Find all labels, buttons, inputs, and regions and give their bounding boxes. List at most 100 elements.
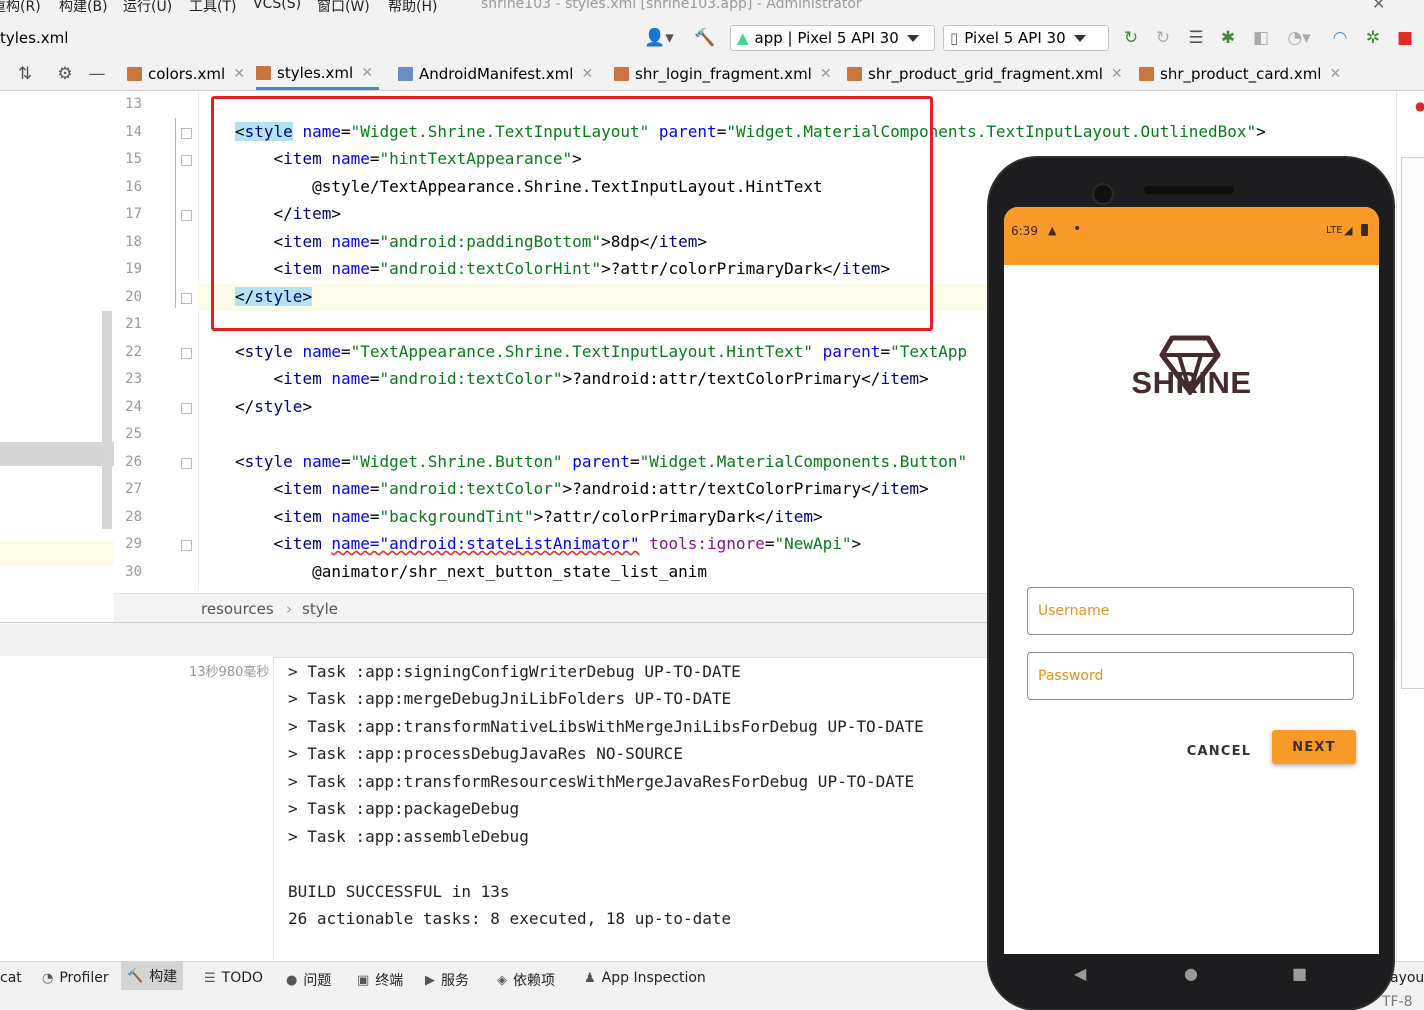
run-config-select[interactable]: ▲ app | Pixel 5 API 30 [730,25,935,51]
fold-marker[interactable] [181,348,192,359]
scrollbar-thumb[interactable] [102,311,112,529]
profiler-icon: ◔ [42,970,54,986]
menu-vcs[interactable]: VCS(S) [253,0,301,12]
fold-marker[interactable] [181,128,192,139]
code-line-27[interactable]: <item name="android:textColor">?android:… [235,479,929,498]
code-line-22[interactable]: <style name="TextAppearance.Shrine.TextI… [235,342,967,361]
menu-window[interactable]: 窗口(W) [317,0,370,16]
device-select[interactable]: ▯ Pixel 5 API 30 [943,25,1109,51]
fold-marker[interactable] [181,155,192,166]
breadcrumb-style[interactable]: style [302,600,338,618]
error-indicator-icon[interactable]: ● [1415,99,1424,113]
line-number: 18 [125,234,142,250]
logcat-list-icon[interactable]: ☰ [1185,27,1207,49]
fold-marker[interactable] [181,210,192,221]
tool-label: Profiler [59,970,109,986]
close-icon[interactable]: ✕ [361,65,373,81]
collapse-all-icon[interactable]: ⇅ [14,63,36,85]
menu-tools[interactable]: 工具(T) [189,0,236,16]
hammer-build-icon[interactable]: 🔨 [694,27,716,49]
password-field[interactable]: Password [1027,652,1354,700]
attach-debugger-icon[interactable]: ✲ [1362,27,1384,49]
home-icon[interactable]: ● [1184,964,1198,983]
line-number: 13 [125,96,142,112]
profiler-gauge-icon[interactable]: ◠ [1329,27,1351,49]
tool-services[interactable]: ▶ 服务 [425,970,469,990]
tab-shr-product-grid-fragment[interactable]: shr_product_grid_fragment.xml ✕ [847,58,1123,90]
tool-logcat[interactable]: cat [0,970,22,986]
menu-build[interactable]: 构建(B) [59,0,108,16]
window-title: shrine103 - styles.xml [shrine103.app] -… [481,0,862,12]
apply-code-changes-icon[interactable]: ↻ [1152,27,1174,49]
close-icon[interactable]: ✕ [1111,66,1123,82]
tool-label: 依赖项 [513,973,555,989]
tab-label: shr_product_card.xml [1160,65,1322,83]
profile-icon[interactable]: ◔▾ [1282,27,1316,49]
close-icon[interactable]: ✕ [233,66,245,82]
tab-colors-xml[interactable]: colors.xml ✕ [127,58,245,90]
highlighted-tree-row[interactable] [0,541,114,565]
tab-android-manifest[interactable]: AndroidManifest.xml ✕ [398,58,593,90]
tool-dependencies[interactable]: ◈ 依赖项 [497,970,555,990]
line-number: 20 [125,289,142,305]
phone-speaker [1144,186,1234,194]
build-output-line: > Task :app:packageDebug [288,799,520,818]
tool-app-inspection[interactable]: ♟ App Inspection [584,970,706,986]
terminal-icon: ▣ [357,972,370,988]
cancel-button[interactable]: CANCEL [1180,734,1258,768]
tool-build[interactable]: 🔨 构建 [121,962,184,990]
debug-bug-icon[interactable]: ✱ [1217,27,1239,49]
code-line-28[interactable]: <item name="backgroundTint">?attr/colorP… [235,507,823,526]
gear-icon[interactable]: ⚙ [54,63,76,85]
menu-refactor[interactable]: 重构(R) [0,0,41,16]
right-tool-strip: ● [1396,91,1424,961]
tab-shr-login-fragment[interactable]: shr_login_fragment.xml ✕ [614,58,832,90]
close-icon[interactable]: ✕ [581,66,593,82]
build-result-line: BUILD SUCCESSFUL in 13s [288,882,510,901]
code-line-29[interactable]: <item name="android:stateListAnimator" t… [235,534,862,553]
fold-marker[interactable] [181,540,192,551]
fold-marker[interactable] [181,458,192,469]
tab-styles-xml[interactable]: styles.xml ✕ [256,58,379,90]
xml-file-icon [127,67,142,81]
tab-shr-product-card[interactable]: shr_product_card.xml ✕ [1139,58,1341,90]
code-line-30[interactable]: @animator/shr_next_button_state_list_ani… [235,562,707,581]
menu-run[interactable]: 运行(U) [123,0,172,16]
tool-problems[interactable]: ● 问题 [286,970,331,990]
breadcrumb-resources[interactable]: resources [201,600,274,618]
apply-changes-restart-icon[interactable]: ↻ [1120,27,1142,49]
user-account-icon[interactable]: 👤▾ [642,27,676,49]
navigation-bar-file[interactable]: tyles.xml [0,29,68,47]
code-line-23[interactable]: <item name="android:textColor">?android:… [235,369,929,388]
line-number: 28 [125,509,142,525]
build-tree-panel: 13秒980毫秒 [0,656,274,960]
selected-tree-row[interactable] [0,442,114,466]
code-line-24[interactable]: </style> [235,397,312,416]
status-time: 6:39 [1011,224,1038,238]
phone-screen[interactable]: 6:39 ▲ • LTE ◢ SHRINE Username Password … [1004,207,1379,954]
stop-icon[interactable]: ■ [1394,27,1416,49]
hammer-icon: 🔨 [127,968,144,984]
close-icon[interactable]: ✕ [820,66,832,82]
tool-label: 服务 [441,973,469,989]
tool-label: App Inspection [601,970,706,986]
coverage-icon[interactable]: ◧ [1250,27,1272,49]
back-icon[interactable]: ◀ [1074,964,1086,983]
close-icon[interactable]: ✕ [1329,66,1341,82]
tool-terminal[interactable]: ▣ 终端 [357,970,403,990]
menu-bar: 重构(R) 构建(B) 运行(U) 工具(T) VCS(S) 窗口(W) 帮助(… [0,0,1424,18]
fold-marker[interactable] [181,403,192,414]
list-icon: ☰ [204,970,216,986]
file-encoding[interactable]: TF-8 [1382,994,1413,1010]
tool-profiler[interactable]: ◔ Profiler [42,970,109,986]
menu-help[interactable]: 帮助(H) [388,0,437,16]
tool-layout-inspector[interactable]: ayout [1390,970,1424,986]
next-button[interactable]: NEXT [1272,730,1356,764]
tool-todo[interactable]: ☰ TODO [204,970,263,986]
window-close-icon[interactable]: ✕ [1372,0,1385,13]
username-field[interactable]: Username [1027,587,1354,635]
code-line-26[interactable]: <style name="Widget.Shrine.Button" paren… [235,452,967,471]
fold-marker[interactable] [181,293,192,304]
minimize-icon[interactable]: — [86,63,108,85]
recents-icon[interactable]: ■ [1292,964,1307,983]
